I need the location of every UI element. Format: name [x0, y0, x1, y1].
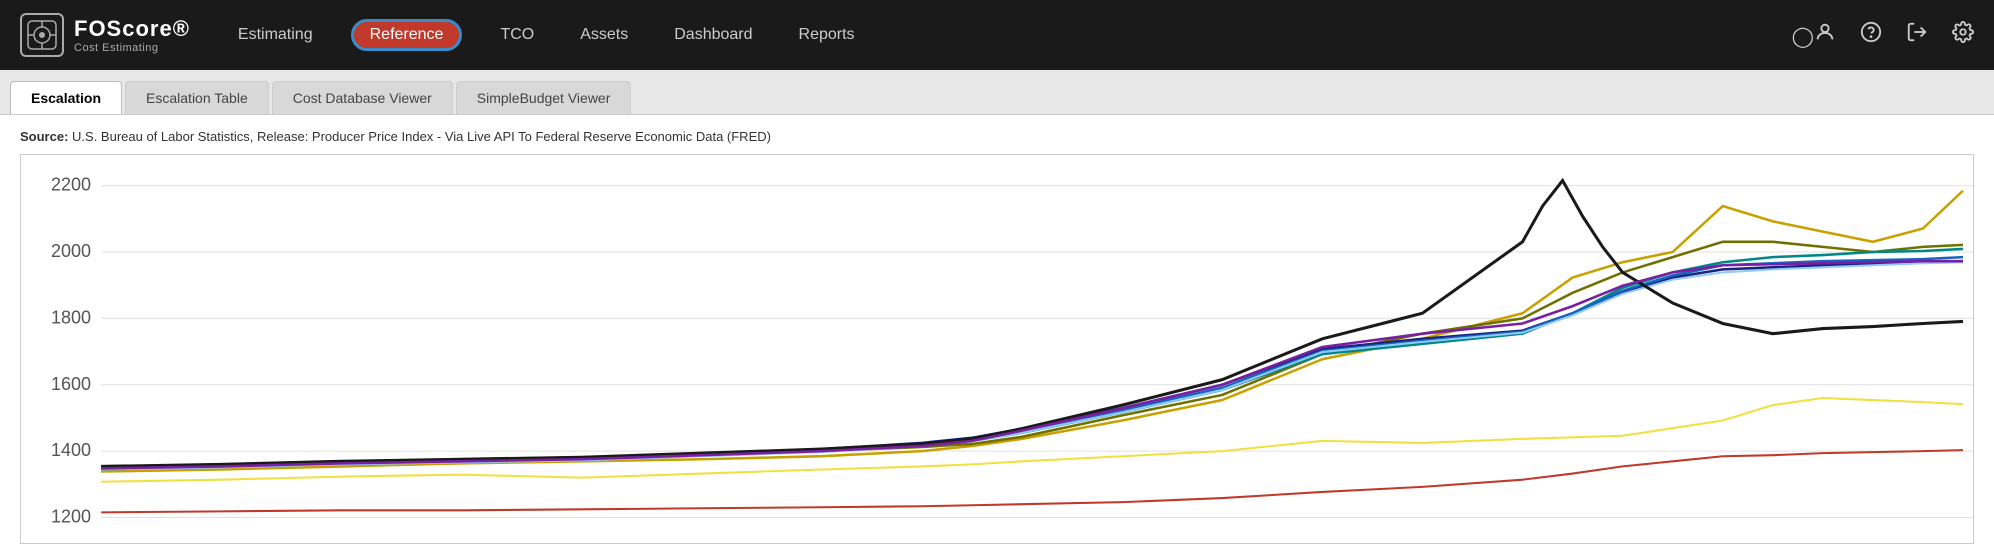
- logo-text: FOScore® Cost Estimating: [74, 16, 190, 54]
- svg-text:2000: 2000: [51, 241, 91, 261]
- chart-container: 2200 2000 1800 1600 1400 1200: [20, 154, 1974, 544]
- nav-estimating[interactable]: Estimating: [230, 22, 321, 48]
- source-label: Source:: [20, 129, 68, 144]
- main-content: Source: U.S. Bureau of Labor Statistics,…: [0, 115, 1994, 554]
- settings-icon[interactable]: [1952, 21, 1974, 49]
- user-icon[interactable]: ◯: [1792, 21, 1836, 49]
- header-right: ◯: [1792, 21, 1974, 49]
- nav-reference[interactable]: Reference: [351, 19, 463, 51]
- main-header: FOScore® Cost Estimating Estimating Refe…: [0, 0, 1994, 70]
- logo-name: FOScore®: [74, 16, 190, 42]
- source-text: U.S. Bureau of Labor Statistics, Release…: [68, 129, 771, 144]
- nav-assets[interactable]: Assets: [572, 22, 636, 48]
- escalation-chart: 2200 2000 1800 1600 1400 1200: [21, 155, 1973, 543]
- tab-escalation-table[interactable]: Escalation Table: [125, 81, 269, 114]
- logo-sub: Cost Estimating: [74, 42, 190, 54]
- tab-escalation[interactable]: Escalation: [10, 81, 122, 114]
- main-nav: Estimating Reference TCO Assets Dashboar…: [230, 19, 863, 51]
- source-line: Source: U.S. Bureau of Labor Statistics,…: [20, 129, 1974, 144]
- nav-tco[interactable]: TCO: [492, 22, 542, 48]
- logout-icon[interactable]: [1906, 21, 1928, 49]
- svg-text:1600: 1600: [51, 374, 91, 394]
- nav-reports[interactable]: Reports: [791, 22, 863, 48]
- tab-cost-database-viewer[interactable]: Cost Database Viewer: [272, 81, 453, 114]
- svg-text:1400: 1400: [51, 440, 91, 460]
- svg-text:1800: 1800: [51, 307, 91, 327]
- nav-dashboard[interactable]: Dashboard: [666, 22, 760, 48]
- tabs-bar: Escalation Escalation Table Cost Databas…: [0, 70, 1994, 115]
- svg-text:1200: 1200: [51, 506, 91, 526]
- header-left: FOScore® Cost Estimating Estimating Refe…: [20, 13, 863, 57]
- svg-text:2200: 2200: [51, 175, 91, 195]
- help-icon[interactable]: [1860, 21, 1882, 49]
- logo-area: FOScore® Cost Estimating: [20, 13, 190, 57]
- tab-simplebudget-viewer[interactable]: SimpleBudget Viewer: [456, 81, 632, 114]
- logo-icon: [20, 13, 64, 57]
